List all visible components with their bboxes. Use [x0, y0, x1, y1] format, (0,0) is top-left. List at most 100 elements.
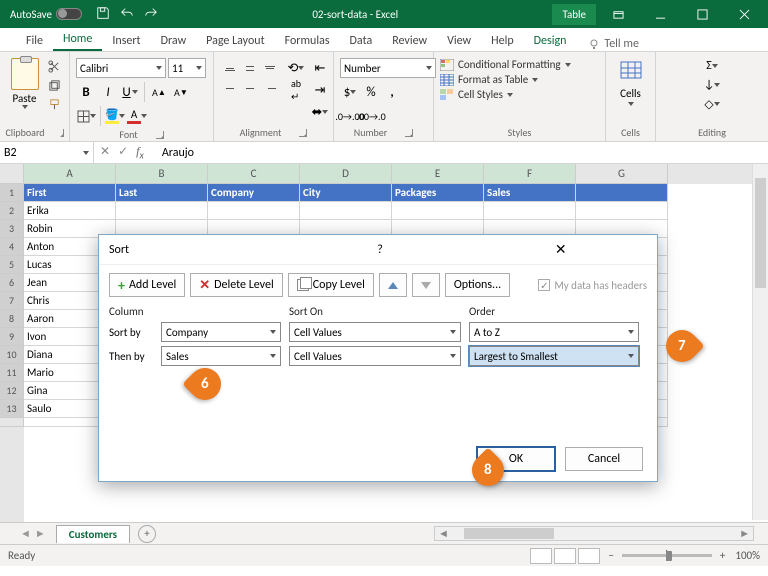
cell[interactable]: Erika: [24, 202, 116, 220]
number-format-combo[interactable]: Number: [340, 58, 436, 78]
name-box[interactable]: B2: [0, 142, 94, 163]
orientation-icon[interactable]: ⟲: [286, 58, 306, 78]
help-icon[interactable]: ?: [290, 243, 471, 257]
copy-level-button[interactable]: Copy Level: [288, 273, 374, 297]
thenby-column-combo[interactable]: Sales: [161, 346, 281, 366]
row-header[interactable]: 6: [0, 274, 24, 292]
tell-me[interactable]: Tell me: [588, 37, 639, 51]
expand-icon[interactable]: [405, 129, 413, 137]
save-icon[interactable]: [96, 6, 110, 23]
align-top-icon[interactable]: [220, 58, 240, 78]
increase-font-icon[interactable]: A▲: [149, 82, 169, 102]
zoom-in-icon[interactable]: +: [720, 549, 725, 562]
cancel-button[interactable]: Cancel: [565, 447, 643, 471]
fx-icon[interactable]: fx: [136, 144, 144, 161]
tab-review[interactable]: Review: [382, 30, 437, 51]
row-header[interactable]: 10: [0, 346, 24, 364]
cell[interactable]: [576, 184, 668, 202]
add-level-button[interactable]: +Add Level: [109, 273, 185, 297]
clear-icon[interactable]: ◇: [703, 96, 721, 112]
prev-sheet-icon[interactable]: ◄: [20, 527, 31, 540]
wrap-text-icon[interactable]: ab↵: [286, 80, 306, 100]
col-header[interactable]: A: [24, 164, 116, 184]
tab-draw[interactable]: Draw: [151, 30, 197, 51]
paste-button[interactable]: Paste: [6, 58, 43, 109]
cell[interactable]: Company: [208, 184, 300, 202]
row-header[interactable]: 3: [0, 220, 24, 238]
row-header[interactable]: 1: [0, 184, 24, 202]
add-sheet-button[interactable]: +: [138, 525, 156, 543]
row-header[interactable]: 4: [0, 238, 24, 256]
move-down-button[interactable]: [412, 273, 440, 297]
headers-checkbox[interactable]: ✓My data has headers: [538, 279, 647, 292]
comma-format-icon[interactable]: ,: [382, 82, 402, 102]
horizontal-scrollbar[interactable]: ◄►: [434, 526, 754, 541]
expand-icon[interactable]: [156, 131, 164, 139]
cell[interactable]: [116, 202, 208, 220]
col-header[interactable]: B: [116, 164, 208, 184]
select-all-corner[interactable]: [0, 164, 24, 184]
vertical-scrollbar[interactable]: [752, 164, 768, 520]
accounting-format-icon[interactable]: $: [340, 82, 360, 102]
maximize-icon[interactable]: [682, 0, 722, 28]
dialog-close-icon[interactable]: ✕: [470, 241, 651, 258]
tab-design[interactable]: Design: [524, 30, 577, 51]
row-header[interactable]: 5: [0, 256, 24, 274]
col-header[interactable]: E: [392, 164, 484, 184]
merge-center-button[interactable]: ⬌: [310, 102, 330, 122]
cut-icon[interactable]: [45, 58, 63, 74]
row-header[interactable]: 8: [0, 310, 24, 328]
page-layout-view-icon[interactable]: [554, 548, 576, 564]
italic-button[interactable]: I: [98, 82, 118, 102]
sortby-sorton-combo[interactable]: Cell Values: [289, 322, 461, 342]
align-left-icon[interactable]: [220, 78, 240, 98]
cell[interactable]: First: [24, 184, 116, 202]
options-button[interactable]: Options...: [445, 273, 510, 297]
cancel-formula-icon[interactable]: ✕: [100, 144, 110, 161]
format-painter-icon[interactable]: [45, 96, 63, 112]
expand-icon[interactable]: [299, 129, 307, 137]
cell[interactable]: [208, 202, 300, 220]
tab-view[interactable]: View: [437, 30, 481, 51]
sortby-order-combo[interactable]: A to Z: [469, 322, 639, 342]
move-up-button[interactable]: [379, 273, 407, 297]
copy-icon[interactable]: [45, 77, 63, 93]
align-right-icon[interactable]: [260, 78, 280, 98]
conditional-formatting-button[interactable]: Conditional Formatting: [440, 58, 571, 71]
col-header[interactable]: D: [300, 164, 392, 184]
contextual-tab[interactable]: Table: [552, 4, 596, 25]
zoom-out-icon[interactable]: −: [608, 549, 613, 562]
align-center-icon[interactable]: [240, 78, 260, 98]
bold-button[interactable]: B: [76, 82, 96, 102]
col-header[interactable]: C: [208, 164, 300, 184]
align-middle-icon[interactable]: [240, 58, 260, 78]
cell[interactable]: [576, 202, 668, 220]
tab-file[interactable]: File: [16, 30, 53, 51]
col-header[interactable]: G: [576, 164, 668, 184]
decrease-indent-icon[interactable]: ⇤: [310, 58, 330, 78]
cell[interactable]: City: [300, 184, 392, 202]
next-sheet-icon[interactable]: ►: [35, 527, 46, 540]
tab-home[interactable]: Home: [53, 28, 102, 51]
cell-styles-button[interactable]: Cell Styles: [440, 88, 571, 101]
decrease-decimal-icon[interactable]: .00→.0: [361, 106, 381, 126]
tab-formulas[interactable]: Formulas: [275, 30, 340, 51]
normal-view-icon[interactable]: [530, 548, 552, 564]
autosum-icon[interactable]: Σ: [703, 58, 721, 74]
tab-page-layout[interactable]: Page Layout: [196, 30, 274, 51]
formula-input[interactable]: Araujo: [156, 146, 768, 160]
cells-button[interactable]: Cells: [613, 58, 649, 106]
col-header[interactable]: F: [484, 164, 576, 184]
enter-formula-icon[interactable]: ✓: [118, 144, 128, 161]
row-header[interactable]: 7: [0, 292, 24, 310]
redo-icon[interactable]: [144, 6, 158, 23]
alignment-buttons[interactable]: [220, 58, 280, 98]
row-header[interactable]: 11: [0, 364, 24, 382]
ribbon-display-icon[interactable]: [598, 0, 638, 28]
fill-icon[interactable]: ↓: [703, 77, 721, 93]
thenby-order-combo[interactable]: Largest to Smallest: [469, 346, 639, 366]
font-name-combo[interactable]: Calibri: [76, 58, 166, 78]
page-break-view-icon[interactable]: [578, 548, 600, 564]
tab-insert[interactable]: Insert: [102, 30, 150, 51]
decrease-font-icon[interactable]: A▼: [171, 82, 191, 102]
